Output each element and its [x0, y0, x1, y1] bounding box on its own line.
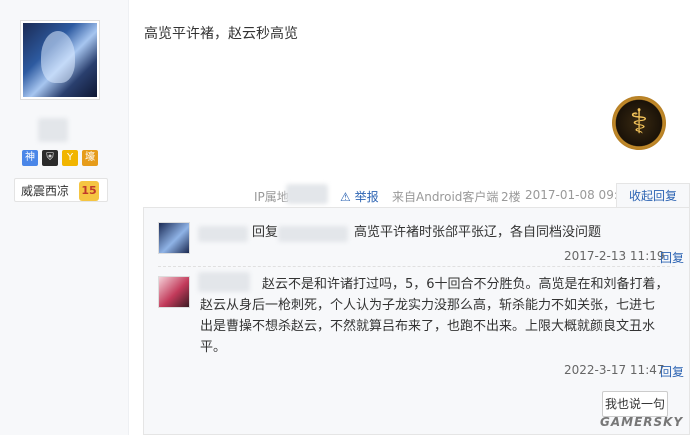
level-number: 15 — [79, 181, 99, 201]
warning-icon: ⚠ — [340, 190, 351, 204]
ip-location: IP属地 — [254, 190, 289, 204]
reply-content: 高览平许褚时张郃平张辽，各自同档没问题 — [354, 225, 602, 240]
reply-line: 赵云从身后一枪刺死，个人认为子龙实力没那么高，斩杀能力不如关张，七进七 — [200, 298, 656, 313]
collapse-reply-button[interactable]: 收起回复 — [616, 183, 690, 207]
user-level[interactable]: 威震西凉 15 — [14, 178, 108, 202]
badge-row: 神 ⛨ Y 壕 — [22, 150, 98, 166]
reply-reply-link[interactable]: 回复 — [660, 249, 684, 266]
reply-reply-link[interactable]: 回复 — [660, 363, 684, 380]
reply-divider — [158, 266, 675, 267]
report-link[interactable]: ⚠ 举报 — [340, 188, 379, 205]
reply-line: 平。 — [200, 340, 227, 355]
reply-prefix: 回复 — [252, 225, 279, 240]
reply-username-blurred[interactable] — [198, 226, 248, 242]
level-name: 威震西凉 — [21, 184, 70, 198]
username-blurred[interactable] — [38, 118, 68, 142]
floor-number: 2楼 — [501, 190, 521, 204]
reply-avatar[interactable] — [158, 222, 190, 254]
badge-y-icon[interactable]: Y — [62, 150, 78, 166]
reply-line: 出是曹操不想杀赵云，不然就算吕布来了，也跑不出来。上限大概就颜良文丑水 — [200, 319, 656, 334]
reply-target-blurred[interactable] — [278, 226, 348, 242]
avatar-image — [23, 23, 97, 97]
reply-line: 赵云不是和许诸打过吗，5，6十回合不分胜负。高览是在和刘备打着， — [262, 277, 669, 292]
post-source: 来自Android客户端 — [392, 190, 499, 204]
user-sidebar: 神 ⛨ Y 壕 威震西凉 15 — [0, 0, 129, 435]
reply-time: 2017-2-13 11:19 — [564, 249, 665, 263]
reply-avatar[interactable] — [158, 276, 190, 308]
badge-shield-icon[interactable]: ⛨ — [42, 150, 58, 166]
reply-time: 2022-3-17 11:47 — [564, 363, 665, 377]
badge-god-icon[interactable]: 神 — [22, 150, 38, 166]
reply-list: 回复 高览平许褚时张郃平张辽，各自同档没问题 2017-2-13 11:19 回… — [143, 207, 690, 435]
gamersky-watermark: GAMERSKY — [600, 415, 684, 429]
user-avatar[interactable] — [20, 20, 100, 100]
reply-username-blurred[interactable] — [198, 272, 250, 292]
ip-location-blurred — [286, 184, 328, 204]
say-something-button[interactable]: 我也说一句 — [602, 391, 668, 417]
medal-sticker-icon — [612, 96, 666, 150]
post-content: 高览平许褚，赵云秒高览 — [144, 26, 298, 42]
report-label: 举报 — [354, 190, 379, 204]
badge-rich-icon[interactable]: 壕 — [82, 150, 98, 166]
